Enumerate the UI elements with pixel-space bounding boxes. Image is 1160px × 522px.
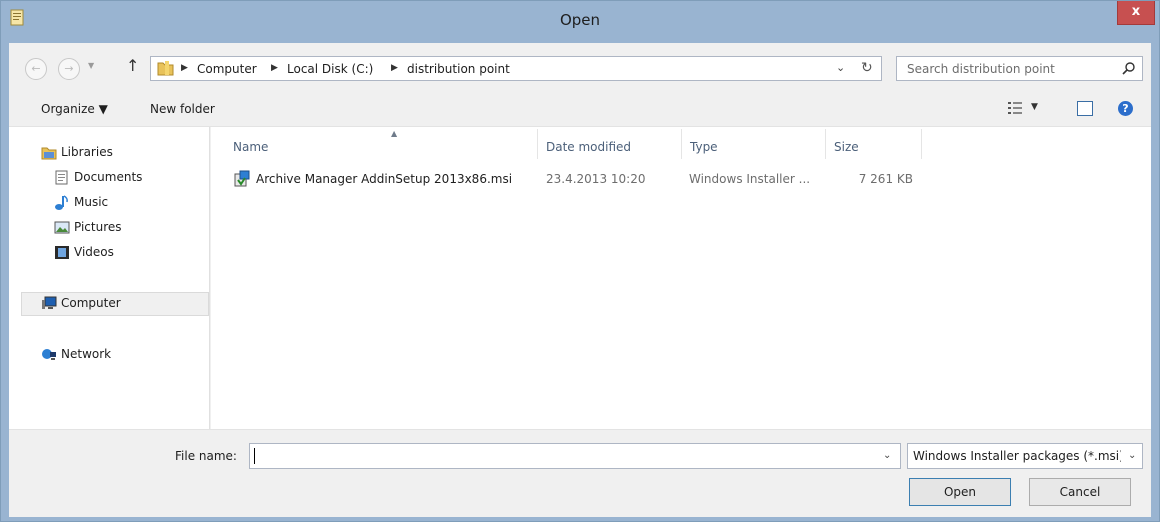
file-type-filter-select[interactable]: Windows Installer packages (*.msi) ⌄ bbox=[907, 443, 1143, 469]
chevron-down-icon[interactable]: ▼ bbox=[1031, 102, 1038, 112]
help-icon[interactable]: ? bbox=[1118, 101, 1133, 116]
file-list: ▲ Name Date modified Type Size Archive M… bbox=[211, 127, 1151, 429]
close-button[interactable]: x bbox=[1117, 1, 1155, 25]
file-type: Windows Installer ... bbox=[689, 172, 811, 186]
documents-icon bbox=[55, 170, 68, 185]
refresh-icon[interactable]: ↻ bbox=[861, 60, 873, 76]
column-header-name[interactable]: ▲ Name bbox=[226, 129, 538, 159]
chevron-right-icon[interactable]: ▶ bbox=[271, 63, 278, 73]
recent-locations-icon[interactable]: ▼ bbox=[88, 61, 94, 70]
forward-button[interactable]: → bbox=[58, 58, 80, 80]
open-button[interactable]: Open bbox=[909, 478, 1011, 506]
navigation-pane: Libraries Documents Music Pictures Video… bbox=[9, 127, 210, 429]
search-icon[interactable] bbox=[1121, 61, 1137, 77]
open-dialog: Open x ← → ▼ ↑ ▶ Computer ▶ Local Disk (… bbox=[0, 0, 1160, 522]
chevron-right-icon[interactable]: ▶ bbox=[181, 63, 188, 73]
computer-icon bbox=[42, 296, 57, 309]
libraries-icon bbox=[41, 147, 57, 160]
search-box[interactable]: Search distribution point bbox=[896, 56, 1143, 81]
sort-ascending-icon: ▲ bbox=[391, 129, 398, 138]
breadcrumb-computer[interactable]: Computer bbox=[197, 62, 257, 76]
preview-pane-icon[interactable] bbox=[1077, 101, 1093, 116]
msi-installer-icon bbox=[234, 170, 250, 187]
views-icon[interactable] bbox=[1007, 100, 1023, 116]
file-name-label: File name: bbox=[175, 449, 237, 463]
breadcrumb-distribution-point[interactable]: distribution point bbox=[407, 62, 510, 76]
file-size: 7 261 KB bbox=[858, 172, 913, 186]
folder-icon bbox=[157, 61, 174, 76]
network-icon bbox=[42, 349, 56, 360]
file-name: Archive Manager AddinSetup 2013x86.msi bbox=[256, 172, 513, 186]
window-title: Open bbox=[559, 11, 601, 29]
breadcrumb-local-disk[interactable]: Local Disk (C:) bbox=[287, 62, 373, 76]
chevron-down-icon[interactable]: ⌄ bbox=[883, 450, 891, 461]
column-header-size[interactable]: Size bbox=[827, 129, 922, 159]
column-header-type[interactable]: Type bbox=[683, 129, 826, 159]
videos-icon bbox=[55, 246, 69, 259]
pictures-icon bbox=[54, 221, 70, 234]
chevron-down-icon[interactable]: ⌄ bbox=[1128, 450, 1136, 461]
music-icon bbox=[55, 195, 68, 210]
search-input[interactable]: Search distribution point bbox=[907, 62, 1055, 76]
title-bar[interactable]: Open x bbox=[1, 1, 1159, 40]
file-type-filter-value: Windows Installer packages (*.msi) bbox=[913, 449, 1121, 463]
chevron-right-icon[interactable]: ▶ bbox=[391, 63, 398, 73]
file-name-field[interactable]: ⌄ bbox=[249, 443, 901, 469]
file-date-modified: 23.4.2013 10:20 bbox=[546, 172, 646, 186]
organize-button[interactable]: Organize ▼ bbox=[41, 102, 108, 116]
address-bar[interactable]: ▶ Computer ▶ Local Disk (C:) ▶ distribut… bbox=[150, 56, 882, 81]
file-row[interactable]: Archive Manager AddinSetup 2013x86.msi 2… bbox=[231, 167, 921, 191]
text-caret bbox=[254, 448, 255, 464]
new-folder-button[interactable]: New folder bbox=[150, 102, 215, 116]
command-bar: Organize ▼ New folder ▼ ? bbox=[9, 91, 1151, 127]
up-arrow-icon[interactable]: ↑ bbox=[126, 56, 139, 75]
column-header-date-modified[interactable]: Date modified bbox=[539, 129, 682, 159]
cancel-button[interactable]: Cancel bbox=[1029, 478, 1131, 506]
back-button[interactable]: ← bbox=[25, 58, 47, 80]
chevron-down-icon[interactable]: ⌄ bbox=[836, 61, 845, 74]
bottom-panel: File name: ⌄ Windows Installer packages … bbox=[9, 429, 1151, 517]
